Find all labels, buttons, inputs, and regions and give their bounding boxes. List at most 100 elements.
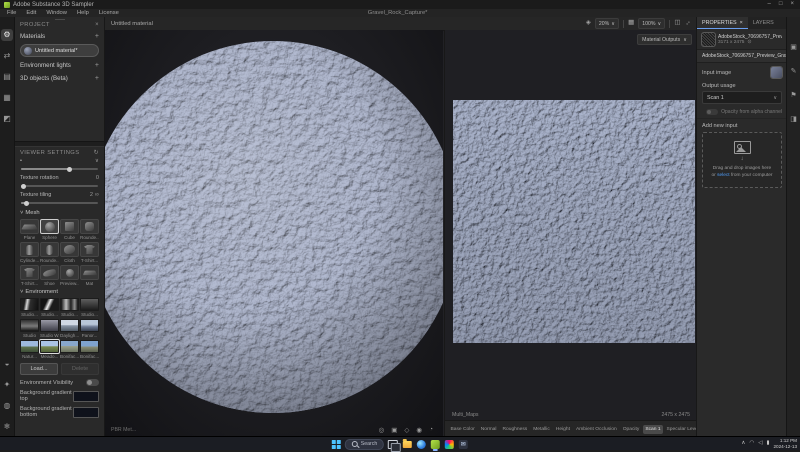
tray-chevron-icon[interactable]: ∧ — [741, 441, 745, 447]
load-environment-button[interactable]: Load... — [20, 363, 58, 375]
input-image-thumbnail[interactable] — [771, 67, 782, 78]
channel-scan-1[interactable]: Scan 1 — [643, 425, 663, 434]
render-info-icon[interactable]: ◎ — [379, 426, 385, 434]
volume-icon[interactable]: ◁ — [758, 441, 762, 447]
environment-option[interactable]: Bonifac... — [60, 340, 79, 359]
viewer-icon[interactable]: ▦ — [1, 92, 13, 104]
material-item-untitled[interactable]: Untitled material* — [20, 44, 99, 57]
channel-roughness[interactable]: Roughness — [500, 425, 530, 434]
photos-app-icon[interactable] — [444, 439, 454, 449]
file-explorer-icon[interactable] — [402, 439, 412, 449]
assets-icon[interactable]: ▤ — [1, 71, 13, 83]
mesh-option-cube[interactable]: Cube — [60, 219, 79, 240]
environment-option[interactable]: Natur... — [20, 340, 39, 359]
chevron-down-icon[interactable]: ∨ — [95, 158, 99, 164]
sampler-app-icon[interactable] — [430, 439, 440, 449]
visibility-eye-icon[interactable]: ⊙ — [747, 40, 751, 45]
mesh-option-rounded-cube[interactable]: Rounde... — [80, 219, 99, 240]
mesh-collapse-icon[interactable]: ˅ — [20, 210, 23, 216]
channel-normal[interactable]: Normal — [478, 425, 499, 434]
search-input[interactable]: Search — [345, 439, 384, 450]
flag-icon[interactable]: ⚑ — [790, 91, 796, 99]
2d-zoom-dropdown[interactable]: 100% ∨ — [638, 18, 665, 29]
channel-opacity[interactable]: Opacity — [620, 425, 642, 434]
mesh-option-plane[interactable]: Plane — [20, 219, 39, 240]
document-tab[interactable]: Gravel_Rock_Capture* — [368, 10, 428, 16]
menu-window[interactable]: Window — [46, 10, 67, 16]
tab-properties[interactable]: PROPERTIES × — [697, 17, 748, 29]
mesh-option-mat[interactable]: Mat — [80, 265, 99, 286]
viewport-tab-untitled-material[interactable]: Untitled material — [111, 21, 153, 27]
orbit-icon[interactable]: ◔ — [429, 426, 433, 434]
minimize-button[interactable]: – — [768, 0, 771, 9]
close-tab-icon[interactable]: × — [740, 20, 743, 26]
material-ball-icon[interactable]: ◉ — [416, 426, 422, 434]
channel-specular-level[interactable]: Specular Level — [664, 425, 697, 434]
tab-layers[interactable]: LAYERS — [748, 17, 779, 29]
snowflake-icon[interactable]: ❄ — [1, 421, 13, 433]
environment-option[interactable]: Studio W... — [40, 319, 59, 338]
channel-height[interactable]: Height — [553, 425, 572, 434]
materials-section[interactable]: Materials + — [15, 30, 104, 43]
battery-icon[interactable]: ▮ — [766, 441, 769, 447]
layers-icon[interactable]: ▣ — [790, 43, 797, 51]
image-drop-zone[interactable]: ↓ Drag and drop images here or select fr… — [702, 132, 782, 188]
environment-option[interactable]: Studio... — [20, 298, 39, 317]
export-icon[interactable]: ◨ — [790, 115, 797, 123]
split-view-icon[interactable]: ◫ — [674, 20, 680, 27]
mesh-option-cylinder[interactable]: Cylinde... — [20, 242, 39, 263]
globe-icon[interactable]: ◍ — [1, 400, 13, 412]
texture-tiling-slider[interactable] — [21, 202, 98, 204]
environment-collapse-icon[interactable]: ˅ — [20, 289, 23, 295]
share-icon[interactable]: ⇄ — [1, 50, 13, 62]
2d-view-icon[interactable]: ▦ — [628, 20, 634, 27]
link-icon[interactable]: ∞ — [95, 192, 99, 198]
camera-icon[interactable]: ▣ — [391, 426, 397, 434]
exposure-slider[interactable] — [21, 168, 98, 170]
start-button[interactable] — [332, 440, 341, 449]
maximize-button[interactable]: □ — [779, 0, 783, 9]
mesh-option-tshirt[interactable]: T-Shirt... — [80, 242, 99, 263]
dropzone-select-link[interactable]: select — [717, 173, 730, 178]
background-gradient-bottom-swatch[interactable] — [73, 407, 99, 418]
environment-option[interactable]: Studio — [20, 319, 39, 338]
settings-icon[interactable]: ⚙ — [1, 29, 13, 41]
close-button[interactable]: × — [790, 0, 794, 9]
material-preview-sphere[interactable] — [105, 41, 443, 413]
environment-option-selected[interactable]: Meado... — [40, 340, 59, 359]
layer-item[interactable]: AdobeStock_70696757_Preview_Cr... 3171 x… — [697, 29, 787, 49]
environment-option[interactable]: Studio... — [80, 298, 99, 317]
channel-base-color[interactable]: Base Color — [448, 425, 477, 434]
environment-option[interactable]: Dayligh... — [60, 319, 79, 338]
add-object-button[interactable]: + — [95, 75, 99, 82]
environment-option[interactable]: Panor... — [80, 319, 99, 338]
texture-rotation-slider[interactable] — [21, 185, 98, 187]
mail-app-icon[interactable]: ✉ — [458, 439, 468, 449]
mesh-option-preview-sphere[interactable]: Preview... — [60, 265, 79, 286]
menu-file[interactable]: File — [7, 10, 16, 16]
menu-edit[interactable]: Edit — [26, 10, 36, 16]
mesh-option-tshirt-2[interactable]: T-Shirt... — [20, 265, 39, 286]
alpha-channel-toggle[interactable] — [706, 109, 718, 115]
texture-map-preview[interactable] — [453, 100, 695, 343]
2d-viewport[interactable]: Material Outputs ∨ Multi_Maps 2475 x 247… — [444, 30, 697, 437]
edge-browser-icon[interactable] — [416, 439, 426, 449]
expand-view-icon[interactable]: ↔ — [683, 19, 692, 28]
add-material-button[interactable]: + — [95, 33, 99, 40]
environment-visibility-toggle[interactable] — [86, 379, 99, 386]
channel-metallic[interactable]: Metallic — [531, 425, 553, 434]
add-environment-light-button[interactable]: + — [95, 62, 99, 69]
environment-option[interactable]: Studio... — [60, 298, 79, 317]
background-gradient-top-swatch[interactable] — [73, 391, 99, 402]
effects-icon[interactable]: ✦ — [1, 379, 13, 391]
mesh-option-shoe[interactable]: Shoe — [40, 265, 59, 286]
reset-icon[interactable]: ↻ — [94, 149, 99, 156]
edit-icon[interactable]: ✎ — [791, 67, 797, 75]
palette-icon[interactable]: ◒ — [1, 358, 13, 370]
environment-option[interactable]: Studio... — [40, 298, 59, 317]
environment-lights-section[interactable]: Environment lights + — [15, 59, 104, 72]
objects-section[interactable]: 3D objects (Beta) + — [15, 72, 104, 85]
project-close-icon[interactable]: × — [95, 22, 99, 28]
menu-license[interactable]: License — [99, 10, 119, 16]
material-outputs-dropdown[interactable]: Material Outputs ∨ — [637, 34, 692, 45]
